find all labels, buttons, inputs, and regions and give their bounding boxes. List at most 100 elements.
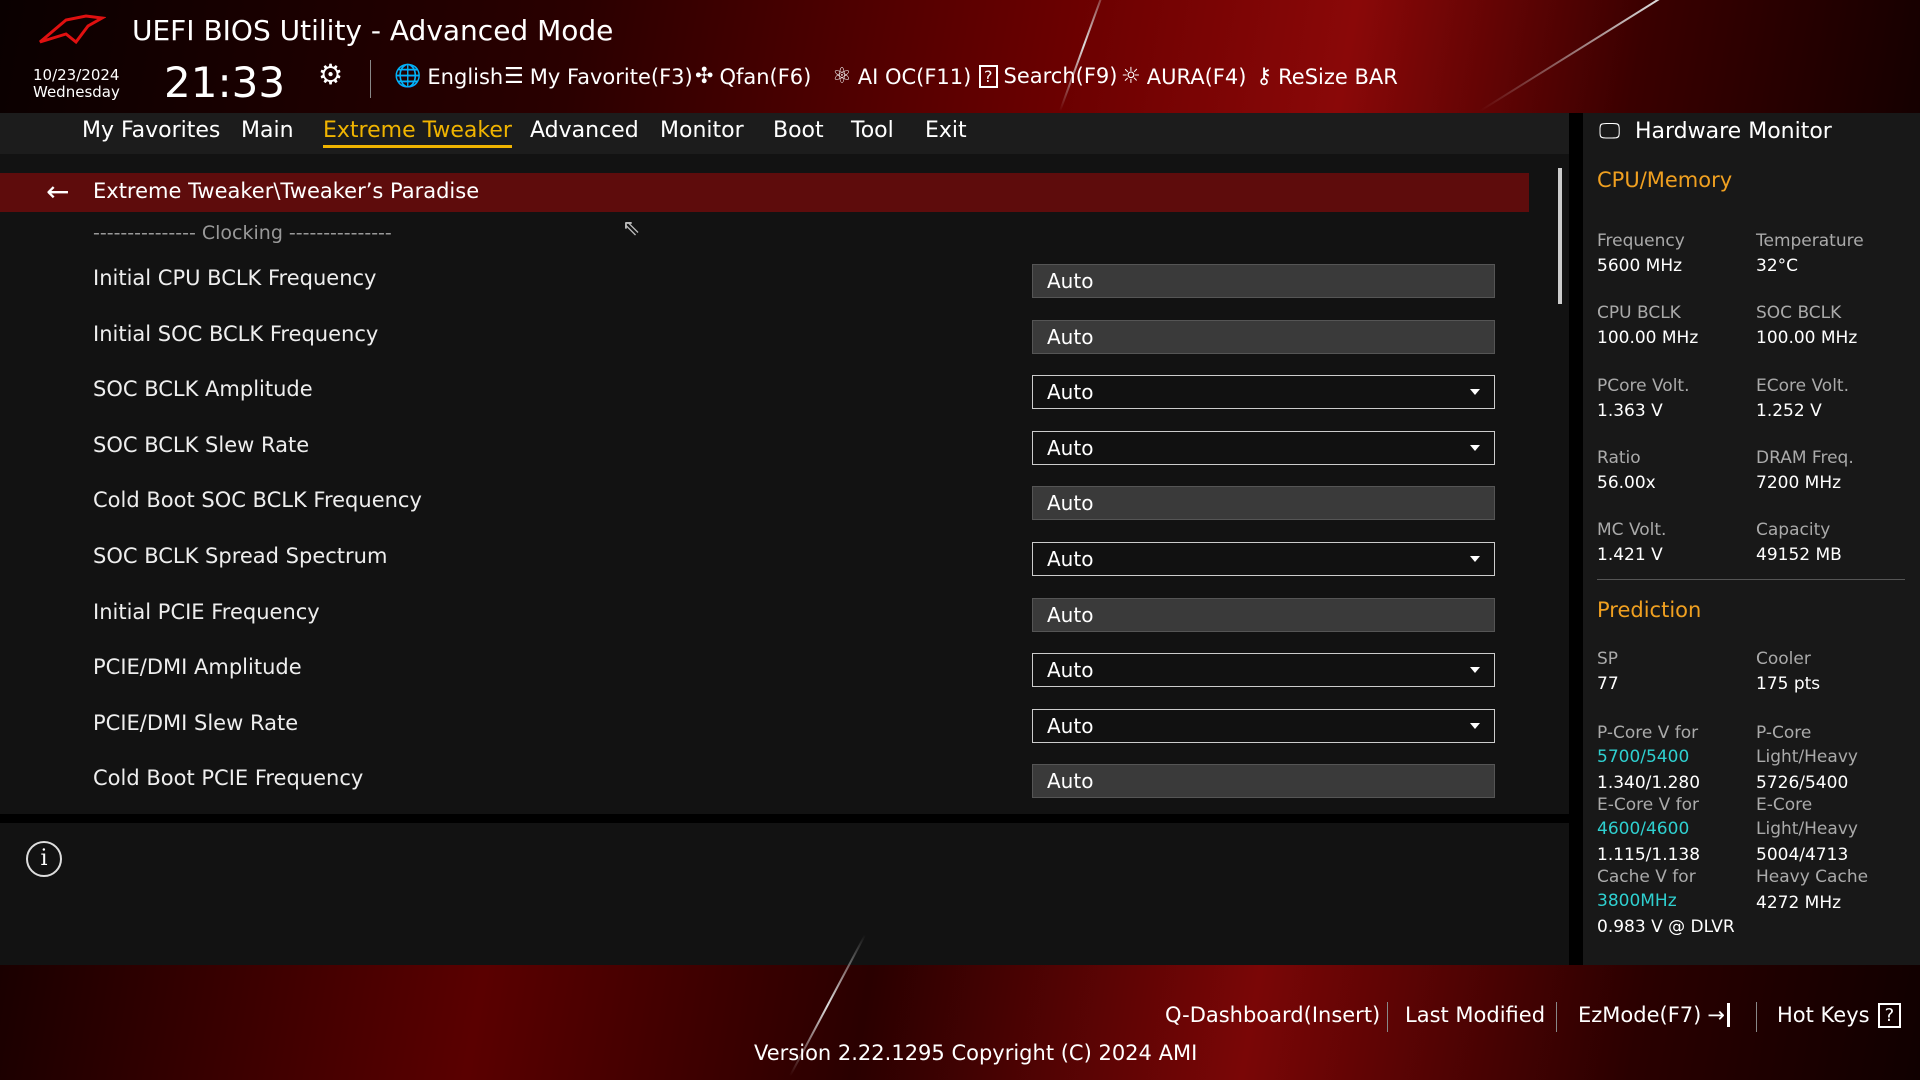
value: 56.00x bbox=[1597, 472, 1656, 493]
fan-icon: ✣ bbox=[695, 64, 714, 89]
tab-extreme-tweaker[interactable]: Extreme Tweaker bbox=[323, 118, 512, 148]
divider bbox=[1556, 1002, 1557, 1032]
cpu-stat: PCore Volt. 1.363 V bbox=[1597, 376, 1690, 421]
hardware-monitor-panel: 🖵 Hardware Monitor CPU/Memory Frequency 5… bbox=[1583, 113, 1920, 965]
value: 1.363 V bbox=[1597, 400, 1663, 421]
tab-tool[interactable]: Tool bbox=[851, 118, 894, 143]
my-favorite-button[interactable]: ☰ My Favorite(F3) bbox=[504, 64, 693, 89]
section-heading: --------------- Clocking --------------- bbox=[93, 222, 392, 244]
divider bbox=[370, 60, 371, 98]
date-display: 10/23/2024 Wednesday bbox=[33, 67, 120, 101]
label: AI OC(F11) bbox=[857, 64, 972, 89]
setting-label: Initial SOC BCLK Frequency bbox=[93, 321, 379, 346]
label: Search(F9) bbox=[1003, 64, 1118, 88]
q-dashboard-button[interactable]: Q-Dashboard(Insert) bbox=[1165, 1003, 1380, 1027]
info-icon: i bbox=[26, 841, 62, 877]
aura-icon: ☼ bbox=[1121, 64, 1141, 89]
qfan-button[interactable]: ✣ Qfan(F6) bbox=[695, 64, 811, 89]
setting-dropdown[interactable]: Auto bbox=[1032, 542, 1495, 576]
setting-label: Initial CPU BCLK Frequency bbox=[93, 266, 377, 290]
date: 10/23/2024 bbox=[33, 66, 120, 84]
globe-icon: 🌐 bbox=[394, 64, 422, 89]
settings-gear-icon[interactable]: ⚙ bbox=[318, 58, 343, 91]
label: P-Core bbox=[1756, 723, 1812, 743]
label: DRAM Freq. bbox=[1756, 447, 1854, 468]
cpu-stat: ECore Volt. 1.252 V bbox=[1756, 376, 1849, 421]
label: My Favorite(F3) bbox=[529, 64, 693, 89]
cpu-stat: SOC BCLK 100.00 MHz bbox=[1756, 303, 1857, 348]
last-modified-button[interactable]: Last Modified bbox=[1405, 1003, 1545, 1027]
setting-label: PCIE/DMI Slew Rate bbox=[93, 710, 299, 735]
label: EzMode(F7) bbox=[1578, 1003, 1702, 1027]
tab-advanced[interactable]: Advanced bbox=[530, 118, 639, 143]
scrollbar[interactable] bbox=[1558, 168, 1562, 304]
breadcrumb-text: Extreme Tweaker\Tweaker’s Paradise bbox=[93, 179, 480, 203]
ai-oc-button[interactable]: ⚛ AI OC(F11) bbox=[832, 64, 971, 89]
value: 5600 MHz bbox=[1597, 256, 1683, 276]
setting-input[interactable]: Auto bbox=[1032, 319, 1495, 354]
setting-dropdown[interactable]: Auto bbox=[1032, 430, 1495, 465]
cpu-stat: CPU BCLK 100.00 MHz bbox=[1597, 303, 1698, 348]
setting-label: SOC BCLK Slew Rate bbox=[93, 432, 310, 457]
rog-logo bbox=[36, 12, 107, 48]
prediction-heading: Prediction bbox=[1597, 598, 1702, 622]
label: Qfan(F6) bbox=[719, 64, 812, 89]
value: 32°C bbox=[1756, 256, 1799, 276]
heavy-cache-stat: Heavy Cache 4272 MHz bbox=[1756, 865, 1868, 915]
value: 49152 MB bbox=[1756, 545, 1842, 566]
setting-input[interactable]: Auto bbox=[1032, 264, 1495, 298]
main-nav: My Favorites Main Extreme Tweaker Advanc… bbox=[0, 113, 1569, 154]
pcore-lh-stat: P-Core Light/Heavy 5726/5400 bbox=[1756, 721, 1858, 795]
help-panel: i bbox=[0, 823, 1569, 965]
tab-monitor[interactable]: Monitor bbox=[660, 118, 744, 143]
value: 1.340/1.280 bbox=[1597, 773, 1701, 793]
label: Light/Heavy bbox=[1756, 819, 1858, 839]
label: Frequency bbox=[1597, 231, 1685, 251]
label: SOC BCLK bbox=[1756, 303, 1842, 324]
value: 1.115/1.138 bbox=[1597, 845, 1701, 865]
label: E-Core bbox=[1756, 795, 1813, 815]
setting-label: SOC BCLK Amplitude bbox=[93, 377, 313, 402]
cache-v-stat: Cache V for 3800MHz 0.983 V @ DLVR bbox=[1597, 865, 1735, 939]
setting-dropdown[interactable]: Auto bbox=[1032, 708, 1495, 743]
hot-keys-button[interactable]: Hot Keys? bbox=[1777, 1003, 1902, 1028]
tab-boot[interactable]: Boot bbox=[773, 118, 824, 143]
breadcrumb[interactable]: ← Extreme Tweaker\Tweaker’s Paradise bbox=[0, 173, 1529, 212]
setting-input[interactable]: Auto bbox=[1032, 486, 1495, 521]
setting-input[interactable]: Auto bbox=[1032, 597, 1495, 632]
mouse-cursor-icon: ⇖ bbox=[622, 216, 641, 241]
label: AURA(F4) bbox=[1146, 64, 1247, 89]
value: 175 pts bbox=[1756, 674, 1821, 694]
tab-my-favorites[interactable]: My Favorites bbox=[82, 118, 220, 143]
setting-label: Initial PCIE Frequency bbox=[93, 599, 320, 624]
setting-dropdown[interactable]: Auto bbox=[1032, 653, 1495, 688]
setting-input[interactable]: Auto bbox=[1032, 764, 1495, 799]
search-button[interactable]: ? Search(F9) bbox=[979, 64, 1117, 88]
label: English bbox=[427, 64, 504, 89]
value: 77 bbox=[1597, 674, 1619, 694]
tab-main[interactable]: Main bbox=[241, 118, 294, 143]
label: SP bbox=[1597, 649, 1619, 669]
label: CPU BCLK bbox=[1597, 303, 1681, 324]
aura-button[interactable]: ☼ AURA(F4) bbox=[1121, 64, 1246, 89]
tab-exit[interactable]: Exit bbox=[925, 118, 967, 143]
value: 7200 MHz bbox=[1756, 472, 1842, 493]
label: P-Core V for bbox=[1597, 723, 1699, 743]
language-button[interactable]: 🌐 English bbox=[394, 64, 503, 89]
label: Hot Keys bbox=[1777, 1003, 1870, 1027]
ecore-v-stat: E-Core V for 4600/4600 1.115/1.138 bbox=[1597, 793, 1700, 867]
back-arrow-icon[interactable]: ← bbox=[46, 175, 69, 208]
value: 5726/5400 bbox=[1756, 773, 1849, 793]
ezmode-button[interactable]: EzMode(F7) → bbox=[1578, 1003, 1730, 1027]
help-icon: ? bbox=[1877, 1003, 1902, 1028]
label: PCore Volt. bbox=[1597, 375, 1690, 396]
label: Cooler bbox=[1756, 649, 1811, 669]
setting-dropdown[interactable]: Auto bbox=[1032, 375, 1495, 410]
divider bbox=[1756, 1002, 1757, 1032]
cpu-memory-heading: CPU/Memory bbox=[1597, 168, 1733, 192]
value: 1.421 V bbox=[1597, 545, 1663, 566]
setting-label: SOC BCLK Spread Spectrum bbox=[93, 544, 388, 568]
resize-bar-button[interactable]: ⚷ ReSize BAR bbox=[1256, 64, 1398, 89]
setting-label: Cold Boot SOC BCLK Frequency bbox=[93, 488, 422, 513]
setting-label: PCIE/DMI Amplitude bbox=[93, 655, 302, 680]
